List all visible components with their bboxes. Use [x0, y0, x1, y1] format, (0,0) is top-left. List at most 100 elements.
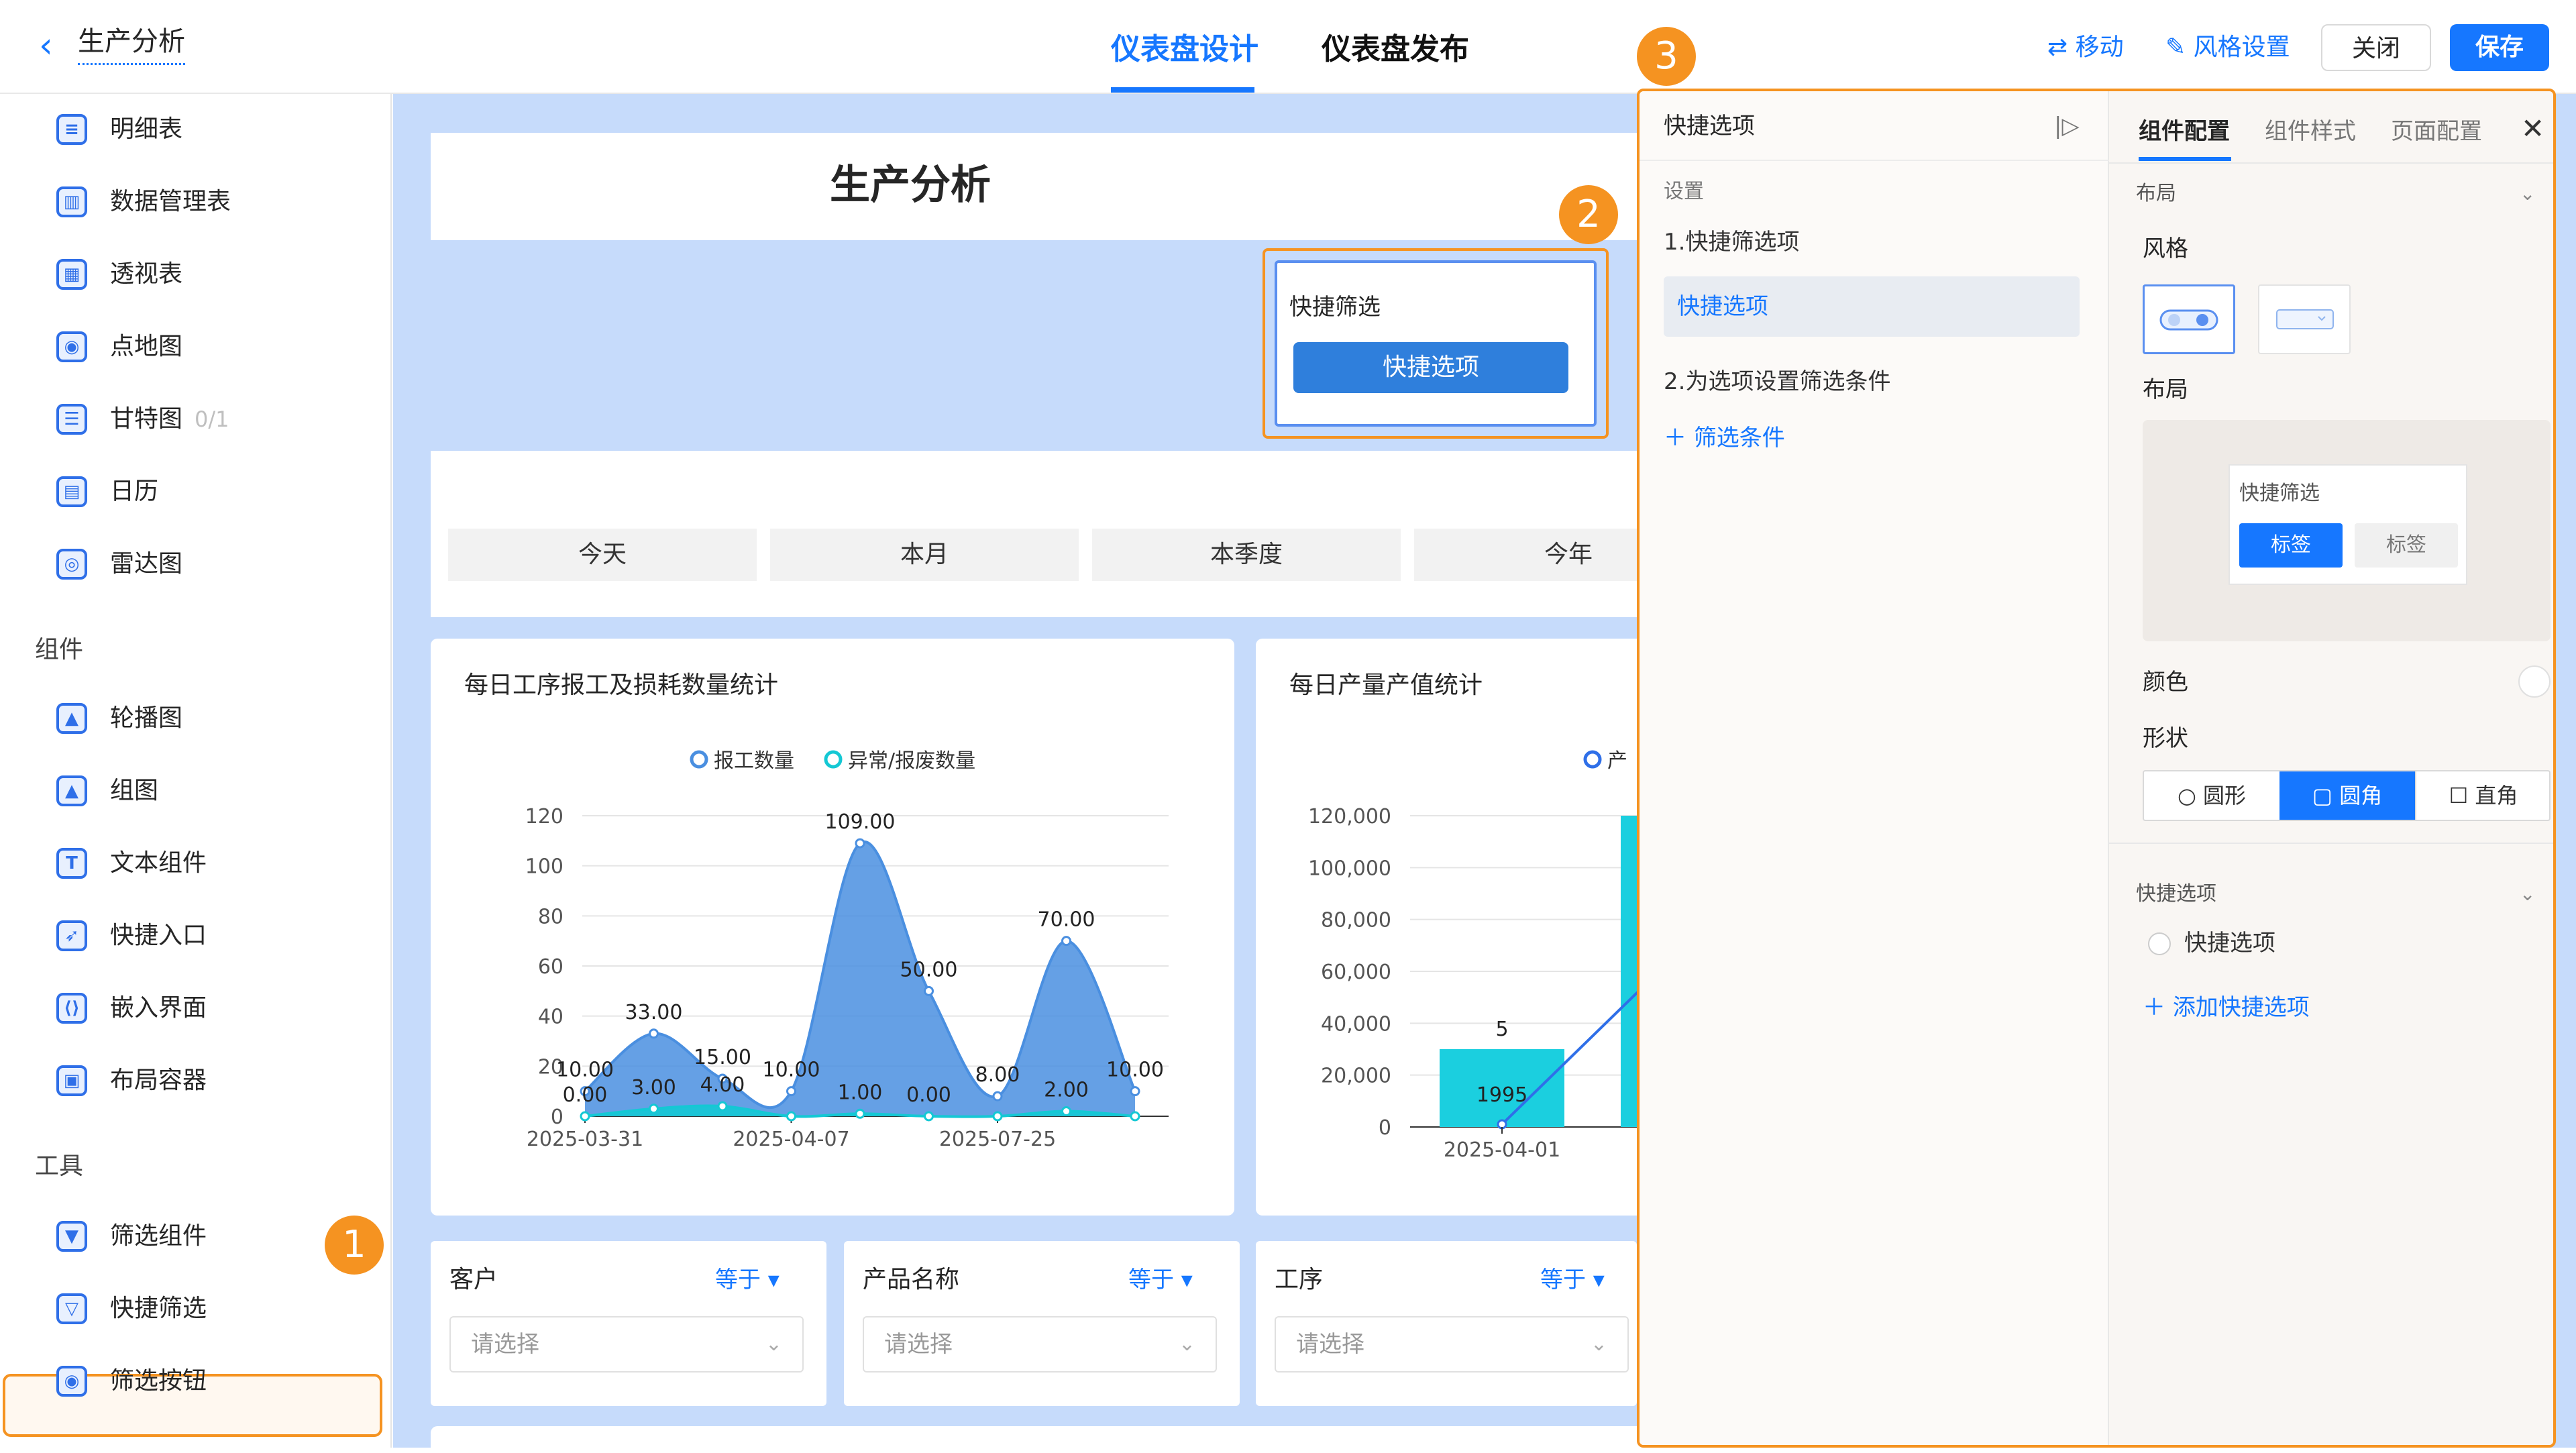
color-picker[interactable] — [2518, 665, 2551, 698]
period-quarter-button[interactable]: 本季度 — [1092, 529, 1401, 581]
sidebar-item-quick-filter[interactable]: ▽ 快捷筛选 — [0, 1273, 392, 1346]
caret-down-icon: ▾ — [1174, 1267, 1193, 1293]
square-icon: ☐ — [2449, 783, 2475, 808]
sidebar-item-label: 透视表 — [110, 260, 183, 288]
y-tick-label: 120 — [525, 805, 564, 828]
sidebar-item-gantt[interactable]: ☰ 甘特图 0/1 — [0, 384, 392, 456]
shape-label-rounded: 圆角 — [2339, 783, 2383, 808]
section-layout-header[interactable]: 布局 — [2136, 178, 2176, 209]
tab-page-config[interactable]: 页面配置 — [2391, 114, 2482, 149]
data-point — [1061, 1106, 1071, 1117]
period-month-button[interactable]: 本月 — [770, 529, 1079, 581]
sidebar-item-calendar[interactable]: ▤ 日历 — [0, 456, 392, 529]
sidebar-item-image-group[interactable]: ▲ 组图 — [0, 755, 392, 828]
quick-option-entry[interactable]: 快捷选项 — [2184, 926, 2275, 961]
y-tick-label: 20,000 — [1321, 1065, 1391, 1088]
data-point — [786, 1111, 796, 1122]
sidebar-item-label: 雷达图 — [110, 550, 183, 578]
move-label: 移动 — [2075, 34, 2124, 61]
quick-option-item[interactable]: 快捷选项 — [1664, 276, 2080, 337]
chevron-down-icon[interactable]: ⌄ — [2520, 879, 2535, 910]
add-condition-button[interactable]: ＋ 筛选条件 — [1664, 421, 1785, 455]
bar-chart-icon: ▥ — [56, 186, 87, 217]
section-quick-options-header[interactable]: 快捷选项 — [2136, 879, 2216, 910]
sidebar-item-embed[interactable]: ⟨⟩ 嵌入界面 — [0, 973, 392, 1045]
chevron-down-icon[interactable]: ⌄ — [2520, 178, 2535, 209]
data-point — [1061, 936, 1071, 947]
page-title[interactable]: 生产分析 — [78, 23, 185, 65]
image-group-icon: ▲ — [56, 775, 87, 806]
add-quick-option-button[interactable]: ＋ 添加快捷选项 — [2143, 990, 2310, 1025]
preview-tag-active: 标签 — [2239, 523, 2343, 568]
data-point — [924, 1111, 934, 1122]
data-point — [855, 838, 865, 849]
map-pin-icon: ◉ — [56, 331, 87, 362]
tab-component-style[interactable]: 组件样式 — [2265, 114, 2356, 149]
collapse-panel-icon[interactable]: |▷ — [2054, 110, 2080, 142]
sidebar-item-shortcut[interactable]: ➶ 快捷入口 — [0, 900, 392, 973]
y-tick-label: 0 — [1379, 1116, 1391, 1140]
period-today-button[interactable]: 今天 — [448, 529, 757, 581]
layout-preview[interactable]: 快捷筛选 标签 标签 — [2143, 420, 2551, 641]
table-icon: ≡ — [56, 114, 87, 145]
tab-dashboard-publish[interactable]: 仪表盘发布 — [1322, 30, 1469, 70]
sidebar-item-carousel[interactable]: ▲ 轮播图 — [0, 683, 392, 755]
quick-filter-card: 快捷筛选 快捷选项 — [1275, 260, 1597, 427]
product-select[interactable]: 请选择 ⌄ — [863, 1316, 1217, 1373]
style-option-pill[interactable] — [2143, 284, 2235, 354]
plus-icon: ＋ — [2143, 994, 2173, 1021]
process-select[interactable]: 请选择 ⌄ — [1275, 1316, 1629, 1373]
quick-option-settings: 快捷选项 |▷ 设置 1.快捷筛选项 快捷选项 2.为选项设置筛选条件 ＋ 筛选… — [1640, 91, 2109, 1445]
shape-circle-option[interactable]: ○ 圆形 — [2144, 771, 2279, 820]
operator-dropdown[interactable]: 等于 ▾ — [715, 1261, 780, 1299]
customer-select[interactable]: 请选择 ⌄ — [449, 1316, 804, 1373]
top-bar: ‹ 生产分析 仪表盘设计 仪表盘发布 ⇄ 移动 ✎ 风格设置 关闭 保存 — [0, 0, 2576, 94]
close-icon[interactable]: ✕ — [2521, 111, 2544, 146]
style-label: 风格 — [2143, 235, 2188, 262]
select-placeholder: 请选择 — [471, 1331, 539, 1358]
sidebar-item-detail-table[interactable]: ≡ 明细表 — [0, 94, 392, 166]
sidebar-item-data-mgmt-table[interactable]: ▥ 数据管理表 — [0, 166, 392, 239]
dashboard-title-widget[interactable]: 生产分析 — [431, 133, 1739, 240]
filter-button-icon: ◉ — [56, 1366, 87, 1397]
sidebar-item-point-map[interactable]: ◉ 点地图 — [0, 311, 392, 384]
move-button[interactable]: ⇄ 移动 — [2047, 24, 2124, 71]
style-settings-button[interactable]: ✎ 风格设置 — [2165, 24, 2290, 71]
shape-rounded-option[interactable]: ▢ 圆角 — [2279, 771, 2415, 820]
data-label: 1.00 — [838, 1081, 883, 1104]
sidebar-item-text[interactable]: T 文本组件 — [0, 828, 392, 900]
y-tick-label: 60 — [538, 955, 564, 979]
data-point — [1130, 1086, 1140, 1097]
operator-dropdown[interactable]: 等于 ▾ — [1128, 1261, 1193, 1299]
chart-widget-process[interactable]: 每日工序报工及损耗数量统计 报工数量 异常/报废数量 0 20 40 60 80 100 120… — [431, 639, 1234, 1216]
quick-option-radio[interactable] — [2148, 932, 2171, 955]
sidebar-item-label: 快捷筛选 — [110, 1295, 207, 1322]
active-tab-underline — [1111, 87, 1254, 93]
tab-dashboard-design[interactable]: 仪表盘设计 — [1111, 30, 1258, 70]
tab-component-config[interactable]: 组件配置 — [2139, 114, 2230, 149]
sidebar-item-filter-button[interactable]: ◉ 筛选按钮 — [0, 1346, 392, 1418]
quick-filter-widget[interactable]: 快捷筛选 快捷选项 — [1263, 248, 1609, 439]
plus-icon: ＋ — [1664, 425, 1694, 451]
shape-square-option[interactable]: ☐ 直角 — [2415, 771, 2551, 820]
save-button[interactable]: 保存 — [2450, 24, 2549, 71]
quick-option-button[interactable]: 快捷选项 — [1293, 342, 1568, 393]
chevron-down-icon: ⌄ — [765, 1332, 782, 1356]
data-label: 0.00 — [563, 1083, 608, 1107]
sidebar-item-pivot-table[interactable]: ▦ 透视表 — [0, 239, 392, 311]
sidebar-item-radar[interactable]: ◎ 雷达图 — [0, 529, 392, 601]
chevron-left-icon[interactable]: ‹ — [39, 25, 66, 66]
quick-option-item-label: 快捷选项 — [1677, 293, 1768, 320]
data-point — [717, 1101, 728, 1112]
sidebar-item-layout-container[interactable]: ▣ 布局容器 — [0, 1045, 392, 1118]
style-option-dropdown[interactable] — [2258, 284, 2351, 354]
sidebar-item-label: 筛选组件 — [110, 1222, 207, 1250]
caret-down-icon: ▾ — [1586, 1267, 1605, 1293]
x-tick-label: 2025-03-31 — [527, 1128, 643, 1151]
sidebar-item-label: 轮播图 — [110, 704, 183, 732]
operator-dropdown[interactable]: 等于 ▾ — [1540, 1261, 1605, 1299]
sidebar-item-label: 快捷入口 — [110, 922, 207, 949]
filter-icon: ▼ — [56, 1221, 87, 1252]
select-placeholder: 请选择 — [1296, 1331, 1364, 1358]
close-button[interactable]: 关闭 — [2321, 24, 2431, 71]
